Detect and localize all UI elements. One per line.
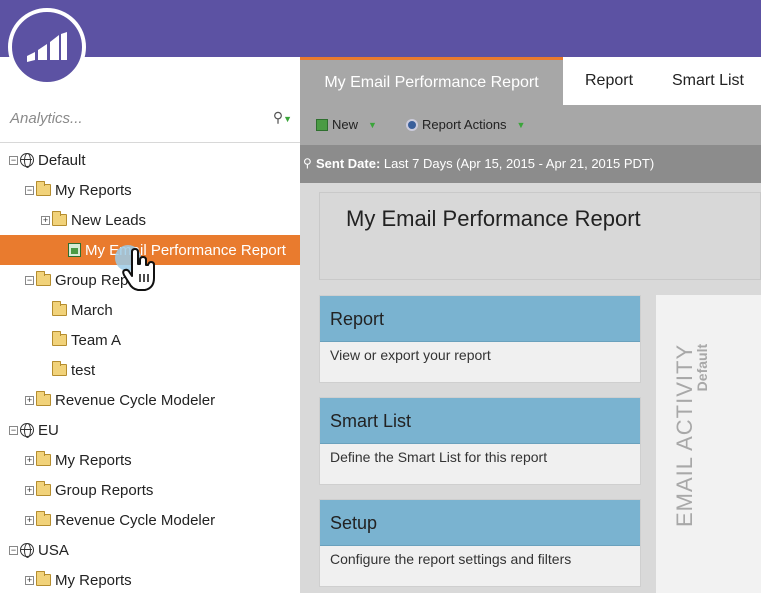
expand-toggle-icon[interactable]: + [25,485,34,495]
tab-my-email-performance-report[interactable]: My Email Performance Report [300,57,563,105]
smart-list-card[interactable]: Smart List Define the Smart List for thi… [319,397,641,485]
tree-item-label: My Reports [55,451,132,469]
email-activity-label: EMAIL ACTIVITY Default [672,344,710,527]
collapse-toggle-icon[interactable]: − [25,275,34,285]
filter-value: Last 7 Days (Apr 15, 2015 - Apr 21, 2015… [383,156,655,171]
tab-smart-list[interactable]: Smart List [655,57,761,105]
card-title: Smart List [320,398,640,444]
tree-item-label: March [71,301,113,319]
dropdown-arrow-icon: ▼ [368,119,377,130]
expand-toggle-icon[interactable]: + [25,455,34,465]
tree-item[interactable]: March [0,295,300,325]
report-actions-button[interactable]: Report Actions ▼ [406,117,525,132]
tree-item-label: Team A [71,331,122,349]
globe-icon [20,423,34,438]
divider [0,142,300,143]
folder-icon [36,571,51,586]
tree-item[interactable]: − My Reports [0,175,300,205]
collapse-toggle-icon[interactable]: − [25,185,34,195]
tree-item-label: Default [38,151,86,169]
filter-key: Sent Date: [316,156,381,171]
folder-icon [36,451,51,466]
tree-item-label: EU [38,421,59,439]
expand-toggle-icon[interactable]: + [25,395,34,405]
folder-icon [52,301,67,316]
card-description: Define the Smart List for this report [330,449,548,465]
card-title: Report [320,296,640,342]
tree-item-label: test [71,361,96,379]
tree-item-label: USA [38,541,69,559]
folder-icon [52,361,67,376]
folder-icon [36,181,51,196]
tree-item[interactable]: − EU [0,415,300,445]
tree-item[interactable]: Team A [0,325,300,355]
hand-cursor-icon [115,245,155,291]
new-button[interactable]: New ▼ [316,117,377,132]
new-label: New [332,117,359,132]
globe-icon [20,543,34,558]
tree-item[interactable]: − USA [0,535,300,565]
main-content: My Email Performance Report Report Smart… [300,57,761,593]
card-description: View or export your report [330,347,491,363]
report-title: My Email Performance Report [346,206,641,231]
folder-icon [36,481,51,496]
tree-item[interactable]: + My Reports [0,565,300,593]
tree-item[interactable]: test [0,355,300,385]
report-actions-icon [406,118,418,131]
top-header-bar [0,0,761,57]
tree-item[interactable]: + Revenue Cycle Modeler [0,505,300,535]
filter-text[interactable]: Sent Date: Last 7 Days (Apr 15, 2015 - A… [316,156,654,171]
tree-item[interactable]: + Revenue Cycle Modeler [0,385,300,415]
dropdown-arrow-icon: ▼ [516,119,526,130]
report-icon [68,243,81,257]
tab-bar: My Email Performance Report Report Smart… [300,57,761,105]
tree-item[interactable]: − Default [0,145,300,175]
marketo-logo-icon[interactable] [8,8,86,86]
filter-icon: ⚲ [303,156,312,170]
tree-item-label: My Reports [55,571,132,589]
folder-icon [36,391,51,406]
tab-report[interactable]: Report [563,57,655,105]
report-actions-label: Report Actions [422,117,507,132]
tree-item[interactable]: + Group Reports [0,475,300,505]
setup-card[interactable]: Setup Configure the report settings and … [319,499,641,587]
report-title-box: My Email Performance Report [319,192,761,280]
tree-item[interactable]: + My Reports [0,445,300,475]
folder-icon [52,331,67,346]
tree-item-label: New Leads [71,211,147,229]
email-activity-panel[interactable]: EMAIL ACTIVITY Default [656,295,761,593]
folder-icon [36,271,51,286]
left-nav-panel: Analytics... ⚲▼ − Default − My Reports + New … [0,57,300,593]
tree-tools-icon[interactable]: ⚲▼ [273,109,292,126]
tree-item-label: Revenue Cycle Modeler [55,391,216,409]
analytics-search-label[interactable]: Analytics... [10,110,83,127]
collapse-toggle-icon[interactable]: − [9,545,18,555]
expand-toggle-icon[interactable]: + [41,215,50,225]
nav-tree: − Default − My Reports + New Leads My Email Pe… [0,145,300,593]
tree-item-label: Revenue Cycle Modeler [55,511,216,529]
folder-icon [52,211,67,226]
collapse-toggle-icon[interactable]: − [9,155,18,165]
toolbar: New ▼ Report Actions ▼ [300,105,761,145]
globe-icon [20,153,34,168]
folder-icon [36,511,51,526]
new-icon [316,118,328,131]
tree-item-label: My Reports [55,181,132,199]
tree-item[interactable]: + New Leads [0,205,300,235]
filter-strip: ⚲ Sent Date: Last 7 Days (Apr 15, 2015 -… [300,145,761,183]
expand-toggle-icon[interactable]: + [25,515,34,525]
report-card[interactable]: Report View or export your report [319,295,641,383]
tree-item-label: Group Reports [55,481,154,499]
card-title: Setup [320,500,640,546]
collapse-toggle-icon[interactable]: − [9,425,18,435]
card-description: Configure the report settings and filter… [330,551,572,567]
expand-toggle-icon[interactable]: + [25,575,34,585]
